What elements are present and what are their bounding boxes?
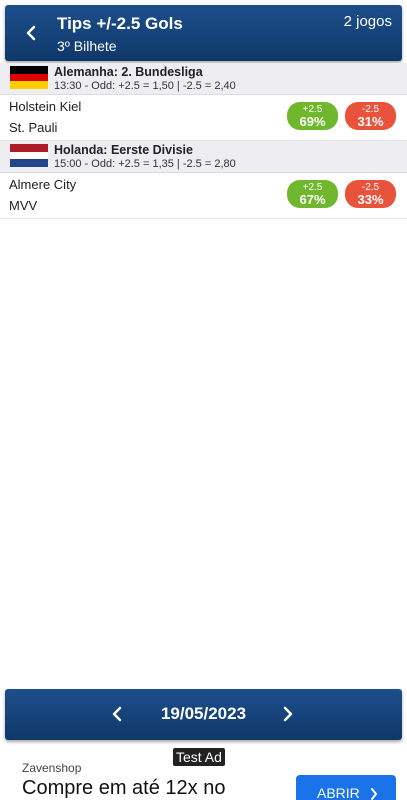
over-tip-badge[interactable]: +2.5 69% [287,102,338,130]
page-subtitle: 3º Bilhete [57,38,117,54]
app-header: Tips +/-2.5 Gols 3º Bilhete 2 jogos [5,5,402,61]
under-percent: 33% [357,192,384,207]
chevron-right-icon [370,788,377,800]
date-navigation-bar: 19/05/2023 [5,689,402,740]
league-name: Holanda: Eerste Divisie [54,143,193,157]
back-button[interactable] [19,21,43,45]
league-header: Alemanha: 2. Bundesliga 13:30 - Odd: +2.… [0,63,407,95]
germany-flag-icon [10,66,48,90]
page-title: Tips +/-2.5 Gols [57,14,183,33]
away-team: St. Pauli [9,120,58,135]
next-date-button[interactable] [277,703,299,725]
ad-open-label: ABRIR [317,785,360,800]
chevron-left-icon [26,25,36,41]
league-odds-info: 15:00 - Odd: +2.5 = 1,35 | -2.5 = 2,80 [54,158,236,170]
ad-brand: Zavenshop [22,761,82,775]
netherlands-flag-icon [10,144,48,168]
league-header: Holanda: Eerste Divisie 15:00 - Odd: +2.… [0,141,407,173]
match-row[interactable]: Almere City MVV +2.5 67% -2.5 33% [0,173,407,219]
over-percent: 67% [299,192,326,207]
current-date: 19/05/2023 [160,704,247,723]
league-name: Alemanha: 2. Bundesliga [54,65,203,79]
under-tip-badge[interactable]: -2.5 33% [345,180,396,208]
home-team: Almere City [9,177,77,192]
games-count: 2 jogos [343,13,392,30]
under-tip-badge[interactable]: -2.5 31% [345,102,396,130]
home-team: Holstein Kiel [9,99,82,114]
ad-open-button[interactable]: ABRIR [296,775,396,800]
ad-headline: Compre em até 12x no [22,777,226,799]
ad-banner[interactable]: Zavenshop Compre em até 12x no ABRIR Tes… [0,745,407,800]
chevron-right-icon [283,706,293,722]
over-tip-badge[interactable]: +2.5 67% [287,180,338,208]
away-team: MVV [9,198,38,213]
test-ad-label: Test Ad [173,748,225,766]
under-percent: 31% [357,114,384,129]
match-row[interactable]: Holstein Kiel St. Pauli +2.5 69% -2.5 31… [0,95,407,141]
league-odds-info: 13:30 - Odd: +2.5 = 1,50 | -2.5 = 2,40 [54,80,236,92]
over-percent: 69% [299,114,326,129]
